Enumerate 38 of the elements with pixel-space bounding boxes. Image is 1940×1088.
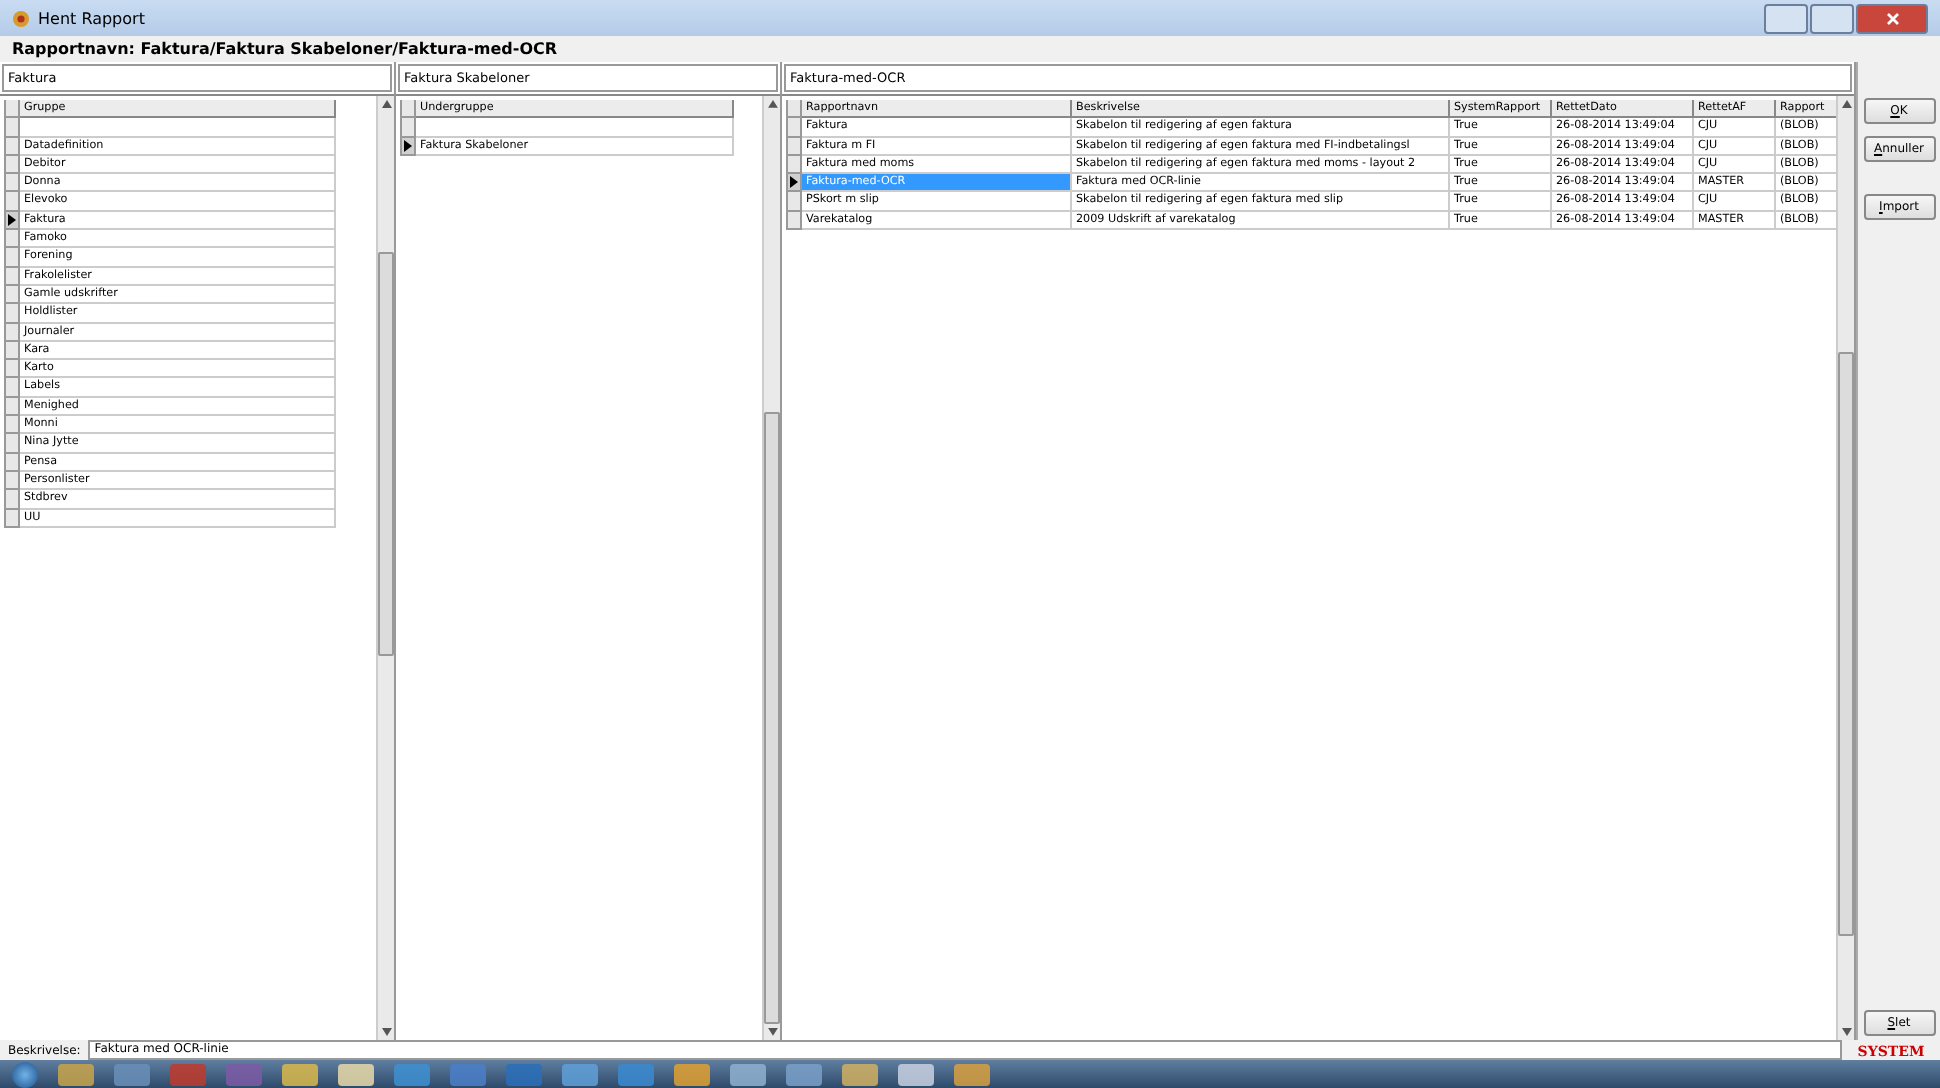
row-selector[interactable]: [786, 174, 802, 193]
taskbar-app-icon[interactable]: [674, 1063, 710, 1085]
scroll-up-icon[interactable]: [1841, 100, 1851, 108]
scroll-up-icon[interactable]: [767, 100, 777, 108]
report-path: Rapportnavn: Faktura/Faktura Skabeloner/Faktura-med-OCR: [10, 38, 560, 62]
taskbar-app-icon[interactable]: [506, 1063, 542, 1085]
scroll-up-icon[interactable]: [381, 100, 391, 108]
taskbar-app-icon[interactable]: [842, 1063, 878, 1085]
taskbar-app-icon[interactable]: [562, 1063, 598, 1085]
start-button[interactable]: [12, 1061, 38, 1087]
taskbar-app-icon[interactable]: [898, 1063, 934, 1085]
row-pointer-icon: [790, 176, 798, 189]
taskbar-app-icon[interactable]: [114, 1063, 150, 1085]
taskbar-app-icon[interactable]: [730, 1063, 766, 1085]
maximize-button[interactable]: [1810, 3, 1854, 33]
scrollbar[interactable]: [376, 96, 394, 1040]
taskbar-app-icon[interactable]: [618, 1063, 654, 1085]
close-button[interactable]: [1856, 3, 1928, 33]
scrollbar[interactable]: [762, 96, 780, 1040]
taskbar-app-icon[interactable]: [282, 1063, 318, 1085]
minimize-button[interactable]: [1764, 3, 1808, 33]
taskbar-app-icon[interactable]: [786, 1063, 822, 1085]
row-pointer-icon: [8, 213, 16, 226]
taskbar-app-icon[interactable]: [58, 1063, 94, 1085]
scroll-down-icon[interactable]: [1841, 1028, 1851, 1036]
taskbar-app-icon[interactable]: [394, 1063, 430, 1085]
taskbar-app-icon[interactable]: [226, 1063, 262, 1085]
window-title: Hent Rapport: [38, 9, 145, 27]
row-pointer-icon: [404, 139, 412, 152]
table-cell[interactable]: [20, 118, 336, 138]
close-icon: [1885, 11, 1899, 25]
taskbar-app-icon[interactable]: [954, 1063, 990, 1085]
scroll-down-icon[interactable]: [381, 1028, 391, 1036]
taskbar-app-icon[interactable]: [338, 1063, 374, 1085]
table-cell[interactable]: [416, 118, 734, 138]
app-icon: [12, 9, 30, 27]
taskbar-app-icon[interactable]: [170, 1063, 206, 1085]
scrollbar[interactable]: [1836, 96, 1854, 1040]
